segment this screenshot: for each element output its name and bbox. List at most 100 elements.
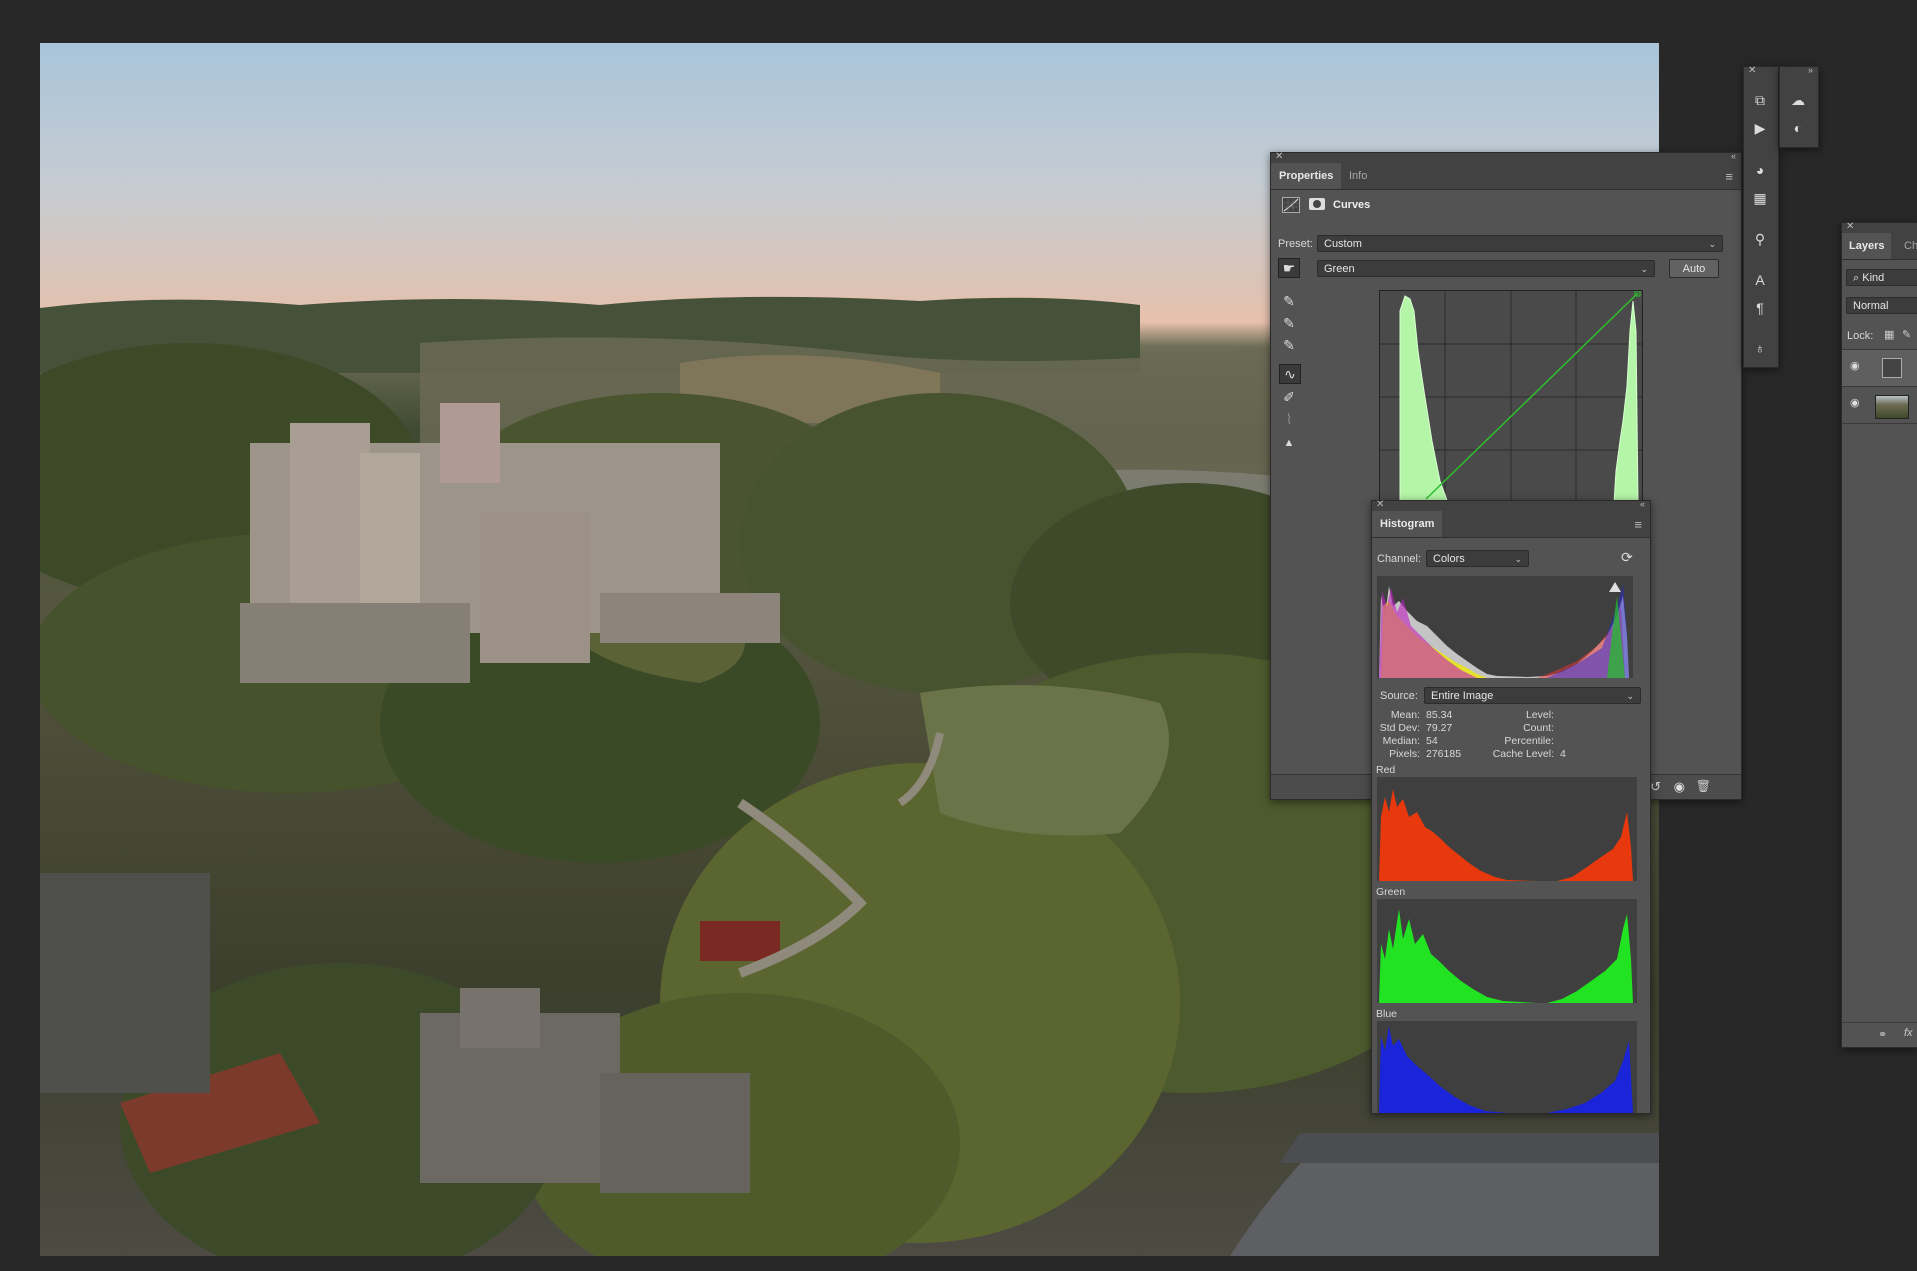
curves-graph-svg — [1380, 290, 1642, 504]
clone-source-icon[interactable]: ⚲ — [1750, 230, 1770, 248]
close-icon[interactable]: ✕ — [1376, 499, 1384, 510]
mask-circle — [1313, 200, 1321, 208]
curves-channel-value: Green — [1324, 263, 1355, 275]
red-histogram — [1377, 777, 1637, 881]
reset-icon[interactable]: ↺ — [1650, 779, 1661, 795]
tab-layers[interactable]: Layers — [1842, 233, 1892, 259]
curve-glyph — [1283, 198, 1299, 212]
close-icon[interactable]: ✕ — [1846, 221, 1854, 232]
lightbulb-icon[interactable]: ♁ — [1750, 339, 1770, 357]
search-icon: ⌕ — [1853, 272, 1860, 284]
green-channel-label: Green — [1376, 886, 1406, 898]
libraries-cloud-icon[interactable]: ☁ — [1788, 91, 1808, 109]
character-type-icon[interactable]: A — [1750, 271, 1770, 289]
tab-info[interactable]: Info — [1341, 163, 1375, 189]
blend-mode-dropdown[interactable]: Normal — [1846, 297, 1917, 314]
panel-title-strip: ›› — [1780, 65, 1818, 77]
chevron-down-icon: ⌄ — [1640, 264, 1648, 274]
stat-stddev-value: 79.27 — [1426, 722, 1453, 734]
tools-panel: ✕ ⧉ ▶ ◕ ▦ ⚲ A ¶ ♁ — [1743, 65, 1779, 368]
stat-cache-level-value: 4 — [1560, 748, 1566, 760]
collapse-icon[interactable]: ›› — [1808, 65, 1813, 75]
stat-mean-label: Mean: — [1390, 709, 1420, 721]
chevron-down-icon: ⌄ — [1708, 239, 1716, 249]
red-histogram-svg — [1379, 789, 1633, 881]
channel-label: Channel: — [1377, 553, 1422, 565]
paragraph-icon[interactable]: ¶ — [1750, 299, 1770, 317]
smooth-curve-icon[interactable]: ⌇ — [1279, 410, 1299, 428]
curves-channel-dropdown[interactable]: Green ⌄ — [1317, 260, 1655, 277]
history-brush-icon[interactable]: ⧉ — [1750, 91, 1770, 109]
white-eyedropper-icon[interactable]: ✎ — [1279, 336, 1299, 354]
play-action-icon[interactable]: ▶ — [1750, 119, 1770, 137]
stat-count-label: Count: — [1523, 722, 1554, 734]
color-palette-icon[interactable]: ◕ — [1750, 161, 1770, 179]
green-histogram — [1377, 899, 1637, 1003]
curves-layer-thumbnail — [1882, 358, 1902, 378]
histogram-panel: ✕ ‹‹ Histogram ≡ Channel: Colors ⌄ ⟳ Sou… — [1371, 499, 1651, 1114]
stat-cache-level-label: Cache Level: — [1492, 748, 1554, 760]
lock-label: Lock: — [1847, 330, 1874, 342]
chevron-down-icon: ⌄ — [1626, 691, 1634, 701]
panel-title-strip: ✕ ‹‹ — [1271, 151, 1741, 163]
panel-menu-icon[interactable]: ≡ — [1634, 517, 1642, 532]
layers-footer: ⚭ fx — [1842, 1022, 1917, 1047]
stat-mean-value: 85.34 — [1426, 709, 1453, 721]
tab-channels[interactable]: Ch — [1900, 233, 1917, 259]
link-icon[interactable]: ⚭ — [1878, 1028, 1887, 1041]
visibility-eye-icon[interactable]: ◉ — [1674, 779, 1685, 795]
panel-menu-icon[interactable]: ≡ — [1725, 169, 1733, 184]
histogram-tabbar: Histogram ≡ — [1372, 511, 1650, 538]
source-dropdown[interactable]: Entire Image ⌄ — [1424, 687, 1641, 704]
swatches-grid-icon[interactable]: ▦ — [1750, 189, 1770, 207]
colors-histogram-svg — [1379, 582, 1629, 678]
preset-label: Preset: — [1278, 238, 1313, 250]
auto-button[interactable]: Auto — [1669, 259, 1719, 278]
layers-tabbar: Layers Ch — [1842, 233, 1917, 260]
photo-layer-thumbnail — [1875, 395, 1909, 419]
panel-title-strip: ✕ — [1842, 221, 1917, 233]
layer-row[interactable]: ◉ — [1842, 349, 1917, 386]
stat-percentile-label: Percentile: — [1504, 735, 1554, 747]
pencil-icon[interactable]: ✐ — [1279, 388, 1299, 406]
blend-mode-value: Normal — [1853, 300, 1889, 312]
preset-dropdown[interactable]: Custom ⌄ — [1317, 235, 1723, 252]
stat-level-label: Level: — [1525, 709, 1554, 721]
lock-paint-icon[interactable]: ✎ — [1902, 328, 1911, 341]
targeted-adjustment-hand-icon[interactable]: ☛ — [1278, 258, 1300, 278]
collapse-icon[interactable]: ‹‹ — [1640, 499, 1645, 509]
gray-eyedropper-icon[interactable]: ✎ — [1279, 314, 1299, 332]
curve-points-icon[interactable]: ∿ — [1279, 364, 1301, 384]
trash-icon[interactable]: 🗑 — [1696, 779, 1711, 793]
lock-transparent-icon[interactable]: ▦ — [1884, 328, 1894, 341]
curves-graph[interactable] — [1379, 290, 1643, 504]
black-eyedropper-icon[interactable]: ✎ — [1279, 292, 1299, 310]
curves-adjustment-icon[interactable] — [1282, 197, 1300, 213]
libraries-panel: ›› ☁ ◐ — [1779, 65, 1819, 148]
layer-filter-value: Kind — [1862, 272, 1885, 284]
chevron-down-icon: ⌄ — [1514, 554, 1522, 564]
stat-pixels-value: 276185 — [1426, 748, 1462, 760]
layers-panel: ✕ Layers Ch ⌕ Kind Normal Lock: ▦ ✎ ◉ ◉ … — [1841, 221, 1917, 1048]
source-value: Entire Image — [1431, 690, 1494, 702]
blue-histogram — [1377, 1021, 1637, 1113]
close-icon[interactable]: ✕ — [1275, 151, 1283, 162]
tab-properties[interactable]: Properties — [1271, 163, 1342, 189]
adjustments-icon[interactable]: ◐ — [1788, 119, 1808, 137]
visibility-eye-icon[interactable]: ◉ — [1850, 359, 1860, 372]
histogram-channel-dropdown[interactable]: Colors ⌄ — [1426, 550, 1529, 567]
close-icon[interactable]: ✕ — [1748, 65, 1756, 76]
histogram-stats: Mean: 85.34 Std Dev: 79.27 Median: 54 Pi… — [1372, 709, 1650, 765]
clipping-warning-icon[interactable]: ▲ — [1279, 434, 1299, 452]
fx-icon[interactable]: fx — [1904, 1027, 1913, 1039]
panel-title-strip: ✕ — [1744, 65, 1778, 77]
collapse-icon[interactable]: ‹‹ — [1731, 151, 1736, 161]
tab-histogram[interactable]: Histogram — [1372, 511, 1443, 537]
layer-filter-dropdown[interactable]: ⌕ Kind — [1846, 269, 1917, 286]
layer-row[interactable]: ◉ — [1842, 386, 1917, 424]
visibility-eye-icon[interactable]: ◉ — [1850, 396, 1860, 409]
layer-mask-icon[interactable] — [1309, 198, 1325, 210]
source-label: Source: — [1380, 690, 1418, 702]
refresh-icon[interactable]: ⟳ — [1621, 549, 1633, 566]
blue-histogram-svg — [1379, 1026, 1633, 1113]
